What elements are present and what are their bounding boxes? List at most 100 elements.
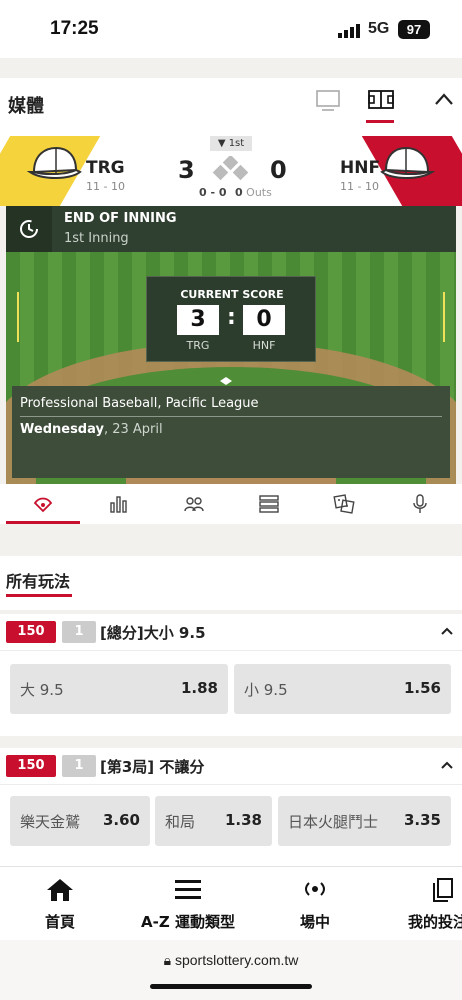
odds-option-draw[interactable]: 和局 1.38 <box>155 796 272 846</box>
score-separator: : <box>227 305 236 330</box>
market-code-badge: 150 <box>6 755 56 777</box>
live-icon <box>305 882 325 896</box>
active-view-underline <box>366 120 394 123</box>
option-label: 小 9.5 <box>244 681 288 699</box>
browser-url-bar: 🔒︎ sportslottery.com.tw <box>0 940 462 1000</box>
home-team-name: TRG <box>86 158 125 178</box>
league-name: Professional Baseball, Pacific League <box>20 396 259 411</box>
option-label: 和局 <box>165 813 196 831</box>
bases-diamond-icon <box>212 156 249 181</box>
inning-badge: ▼ 1st <box>210 136 252 151</box>
option-label: 大 9.5 <box>20 681 64 699</box>
media-header: 媒體 <box>0 78 462 128</box>
tab-lineup[interactable] <box>155 484 232 524</box>
tv-icon[interactable] <box>316 90 340 112</box>
baseball-field-icon <box>33 497 52 513</box>
option-odds: 3.60 <box>102 811 140 829</box>
odds-option-under[interactable]: 小 9.5 1.56 <box>234 664 451 714</box>
nav-label: 首頁 <box>44 913 75 931</box>
option-odds: 3.35 <box>403 811 441 829</box>
nav-az-sports[interactable]: A-Z 運動類型 <box>128 867 248 941</box>
live-field-visual: END OF INNING 1st Inning CURRENT SCORE 3… <box>6 206 456 484</box>
chevron-up-icon[interactable] <box>440 626 454 636</box>
nav-label: A-Z 運動類型 <box>141 913 235 931</box>
market-header[interactable]: 150 1 [第3局] 不讓分 <box>0 748 462 784</box>
inning-status-bar: END OF INNING 1st Inning <box>6 206 456 252</box>
all-bets-header: 所有玩法 <box>0 556 462 610</box>
option-odds: 1.38 <box>224 811 262 829</box>
lineup-icon <box>183 497 204 512</box>
nav-label: 我的投注 <box>408 913 462 931</box>
market-header[interactable]: 150 1 [總分]大小 9.5 <box>0 614 462 650</box>
outs-value: 0 <box>235 186 243 199</box>
status-bar: 17:25 5G 97 <box>0 0 462 58</box>
odds-option-away[interactable]: 日本火腿鬥士 3.35 <box>278 796 451 846</box>
current-score-home-team: TRG <box>186 339 210 352</box>
away-team-record: 11 - 10 <box>340 180 379 193</box>
nav-live[interactable]: 場中 <box>265 867 365 941</box>
my-bets-icon <box>433 878 453 902</box>
inning-status-text: END OF INNING <box>64 211 177 226</box>
tab-audio[interactable] <box>381 484 458 524</box>
list-icon <box>258 495 279 513</box>
media-tabs <box>0 484 462 524</box>
outs-label: Outs <box>246 186 272 199</box>
collapse-chevron-up-icon[interactable] <box>434 92 454 106</box>
lock-icon: 🔒︎ <box>163 952 172 968</box>
odds-option-home[interactable]: 樂天金鷲 3.60 <box>10 796 150 846</box>
signal-icon <box>338 24 360 38</box>
current-score-away-team: HNF <box>252 339 276 352</box>
odds-option-over[interactable]: 大 9.5 1.88 <box>10 664 228 714</box>
scoreboard: TRG 11 - 10 3 ▼ 1st 0 - 0 0 Outs 0 HNF 1… <box>0 128 462 206</box>
nav-label: 場中 <box>299 913 330 931</box>
market-code-badge: 150 <box>6 621 56 643</box>
nav-home[interactable]: 首頁 <box>10 867 110 941</box>
option-odds: 1.56 <box>403 679 441 697</box>
tab-stats[interactable] <box>80 484 157 524</box>
tab-dice[interactable] <box>305 484 382 524</box>
option-label: 日本火腿鬥士 <box>288 813 379 831</box>
menu-icon <box>175 880 201 899</box>
url-text: sportslottery.com.tw <box>174 952 299 968</box>
tab-list[interactable] <box>230 484 307 524</box>
status-time: 17:25 <box>50 18 99 39</box>
url-display[interactable]: 🔒︎ sportslottery.com.tw <box>0 952 462 969</box>
tab-field[interactable] <box>4 484 81 524</box>
inning-sub-text: 1st Inning <box>64 231 129 246</box>
current-score-away: 0 <box>243 305 285 335</box>
battery-indicator: 97 <box>398 20 430 39</box>
market-moneyline: 150 1 [第3局] 不讓分 樂天金鷲 3.60 和局 1.38 日本火腿鬥士… <box>0 748 462 866</box>
media-title: 媒體 <box>8 96 44 117</box>
dice-icon <box>332 494 355 514</box>
nav-my-bets[interactable]: 我的投注 <box>392 867 462 941</box>
market-total: 150 1 [總分]大小 9.5 大 9.5 1.88 小 9.5 1.56 <box>0 614 462 736</box>
market-title: [總分]大小 9.5 <box>100 624 206 642</box>
away-cap-icon <box>380 146 436 179</box>
match-date-text: , 23 April <box>103 422 163 437</box>
home-cap-icon <box>26 146 82 179</box>
market-number-badge: 1 <box>62 755 96 777</box>
current-score-panel: CURRENT SCORE 3 : 0 TRG HNF <box>146 276 316 362</box>
home-score: 3 <box>178 156 195 184</box>
market-title: [第3局] 不讓分 <box>100 758 205 776</box>
clock-icon <box>20 220 38 238</box>
chevron-up-icon[interactable] <box>440 760 454 770</box>
away-team-name: HNF <box>340 158 381 178</box>
home-icon <box>47 879 73 901</box>
option-odds: 1.88 <box>180 679 218 697</box>
all-bets-underline <box>6 594 72 597</box>
away-score: 0 <box>270 156 287 184</box>
field-view-icon[interactable] <box>368 88 394 112</box>
microphone-icon <box>412 494 427 513</box>
home-indicator[interactable] <box>150 984 312 989</box>
bottom-nav: 首頁 A-Z 運動類型 場中 我的投注 <box>0 866 462 940</box>
inning-label: 1st <box>228 138 245 149</box>
option-label: 樂天金鷲 <box>20 813 81 831</box>
match-info-box: Professional Baseball, Pacific League We… <box>12 386 450 478</box>
match-date: Wednesday, 23 April <box>20 422 163 437</box>
network-label: 5G <box>368 20 390 37</box>
match-day: Wednesday <box>20 422 104 437</box>
ball-strike-count: 0 - 0 <box>199 186 227 199</box>
all-bets-title[interactable]: 所有玩法 <box>6 568 70 592</box>
clock-icon-box <box>6 206 52 252</box>
